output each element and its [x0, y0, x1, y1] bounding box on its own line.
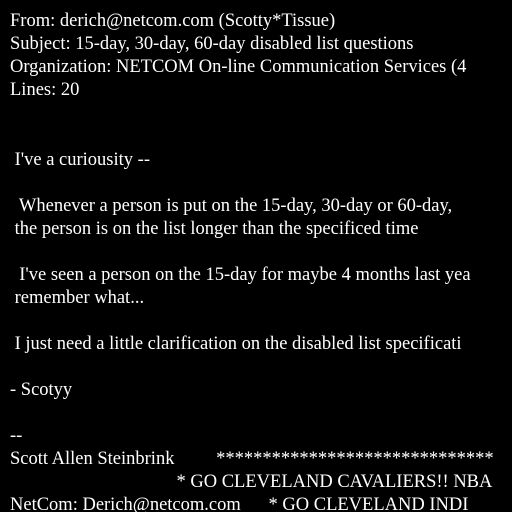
- lines-header: Lines: 20: [10, 80, 80, 100]
- subject-header: Subject: 15-day, 30-day, 60-day disabled…: [10, 34, 414, 54]
- usenet-post: From: derich@netcom.com (Scotty*Tissue) …: [0, 0, 512, 512]
- body-intro: I've a curiousity --: [10, 150, 150, 170]
- organization-header: Organization: NETCOM On-line Communicati…: [10, 57, 467, 77]
- body-request: I just need a little clarification on th…: [10, 334, 462, 354]
- body-question-line-2: the person is on the list longer than th…: [10, 219, 419, 239]
- body-example-line-2: remember what...: [10, 288, 145, 308]
- signature-netcom: NetCom: Derich@netcom.com * GO CLEVELAND…: [10, 495, 469, 512]
- body-example-line-1: I've seen a person on the 15-day for may…: [10, 265, 471, 285]
- from-header: From: derich@netcom.com (Scotty*Tissue): [10, 11, 336, 31]
- signature-separator: --: [10, 426, 23, 446]
- signature-cavaliers: * GO CLEVELAND CAVALIERS!! NBA: [10, 472, 493, 492]
- signature-name: Scott Allen Steinbrink *****************…: [10, 449, 494, 469]
- body-question-line-1: Whenever a person is put on the 15-day, …: [10, 196, 453, 216]
- body-signoff: - Scotyy: [10, 380, 73, 400]
